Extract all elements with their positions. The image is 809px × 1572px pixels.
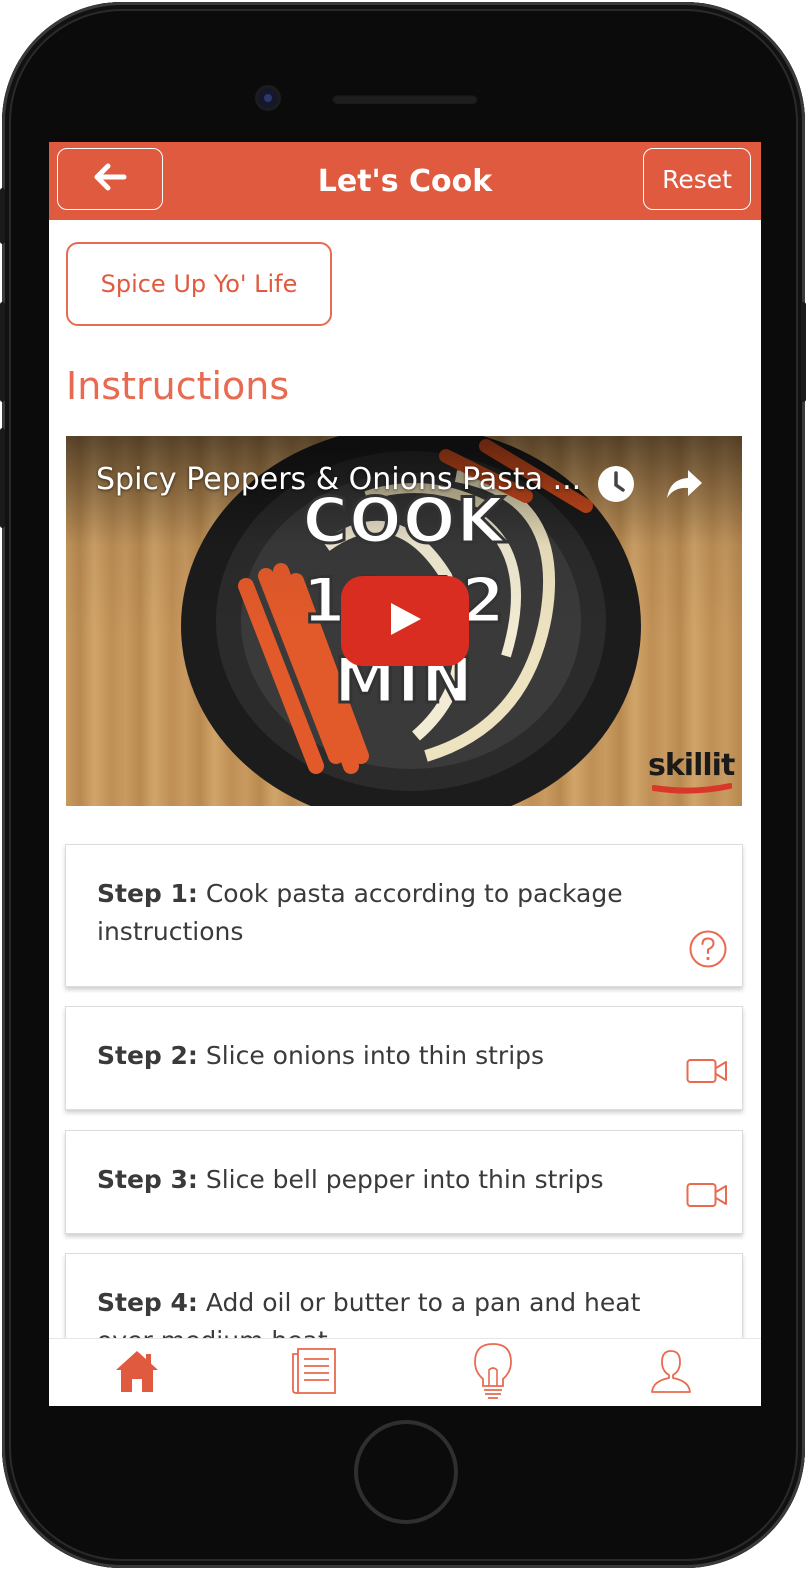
step-label-4: Step 4: — [97, 1288, 198, 1317]
video-camera-icon[interactable] — [686, 1181, 728, 1213]
step-card-1[interactable]: Step 1: Cook pasta according to package … — [65, 844, 743, 987]
skillit-logo: skillit — [648, 748, 735, 783]
back-button[interactable] — [57, 148, 163, 210]
volume-down-button — [0, 428, 5, 528]
video-player[interactable]: COOK 10-12 MIN Spicy Peppers & Onions Pa… — [66, 436, 742, 806]
tab-home[interactable] — [77, 1339, 197, 1406]
step-description-2: Slice onions into thin strips — [197, 1041, 545, 1070]
step-card-2[interactable]: Step 2: Slice onions into thin strips — [65, 1006, 743, 1110]
app-screen: Let's Cook Reset Spice Up Yo' Life Instr… — [49, 142, 761, 1406]
watch-later-icon[interactable] — [596, 464, 636, 508]
video-camera-icon[interactable] — [686, 1057, 728, 1089]
step-text-3: Step 3: Slice bell pepper into thin stri… — [97, 1161, 662, 1199]
profile-icon — [649, 1347, 693, 1399]
step-description-3: Slice bell pepper into thin strips — [197, 1165, 604, 1194]
recipes-icon — [289, 1346, 339, 1400]
skillit-logo-underline — [652, 783, 732, 794]
share-icon[interactable] — [664, 466, 704, 506]
play-icon — [385, 599, 425, 643]
step-label-3: Step 3: — [97, 1165, 198, 1194]
front-camera — [258, 88, 278, 108]
step-card-3[interactable]: Step 3: Slice bell pepper into thin stri… — [65, 1130, 743, 1234]
volume-up-button — [0, 302, 5, 402]
top-bar: Let's Cook Reset — [49, 142, 761, 220]
instructions-heading: Instructions — [66, 364, 290, 408]
tips-icon — [471, 1342, 515, 1404]
video-title: Spicy Peppers & Onions Pasta ... — [96, 462, 582, 497]
bottom-tab-bar — [49, 1338, 761, 1406]
step-label-2: Step 2: — [97, 1041, 198, 1070]
tab-profile[interactable] — [611, 1339, 731, 1406]
step-label-1: Step 1: — [97, 879, 198, 908]
home-icon — [113, 1348, 161, 1398]
page-title: Let's Cook — [317, 163, 493, 199]
earpiece-speaker — [332, 94, 478, 104]
arrow-left-icon — [92, 162, 128, 196]
tab-recipes[interactable] — [254, 1339, 374, 1406]
home-button[interactable] — [354, 1420, 458, 1524]
help-circle-icon[interactable] — [688, 929, 728, 973]
power-button — [801, 302, 806, 402]
mute-switch — [0, 188, 5, 244]
step-text-1: Step 1: Cook pasta according to package … — [97, 875, 662, 951]
tab-tips[interactable] — [433, 1339, 553, 1406]
step-text-2: Step 2: Slice onions into thin strips — [97, 1037, 662, 1075]
spice-up-button[interactable]: Spice Up Yo' Life — [66, 242, 332, 326]
play-button[interactable] — [341, 576, 469, 666]
reset-button[interactable]: Reset — [643, 148, 751, 210]
